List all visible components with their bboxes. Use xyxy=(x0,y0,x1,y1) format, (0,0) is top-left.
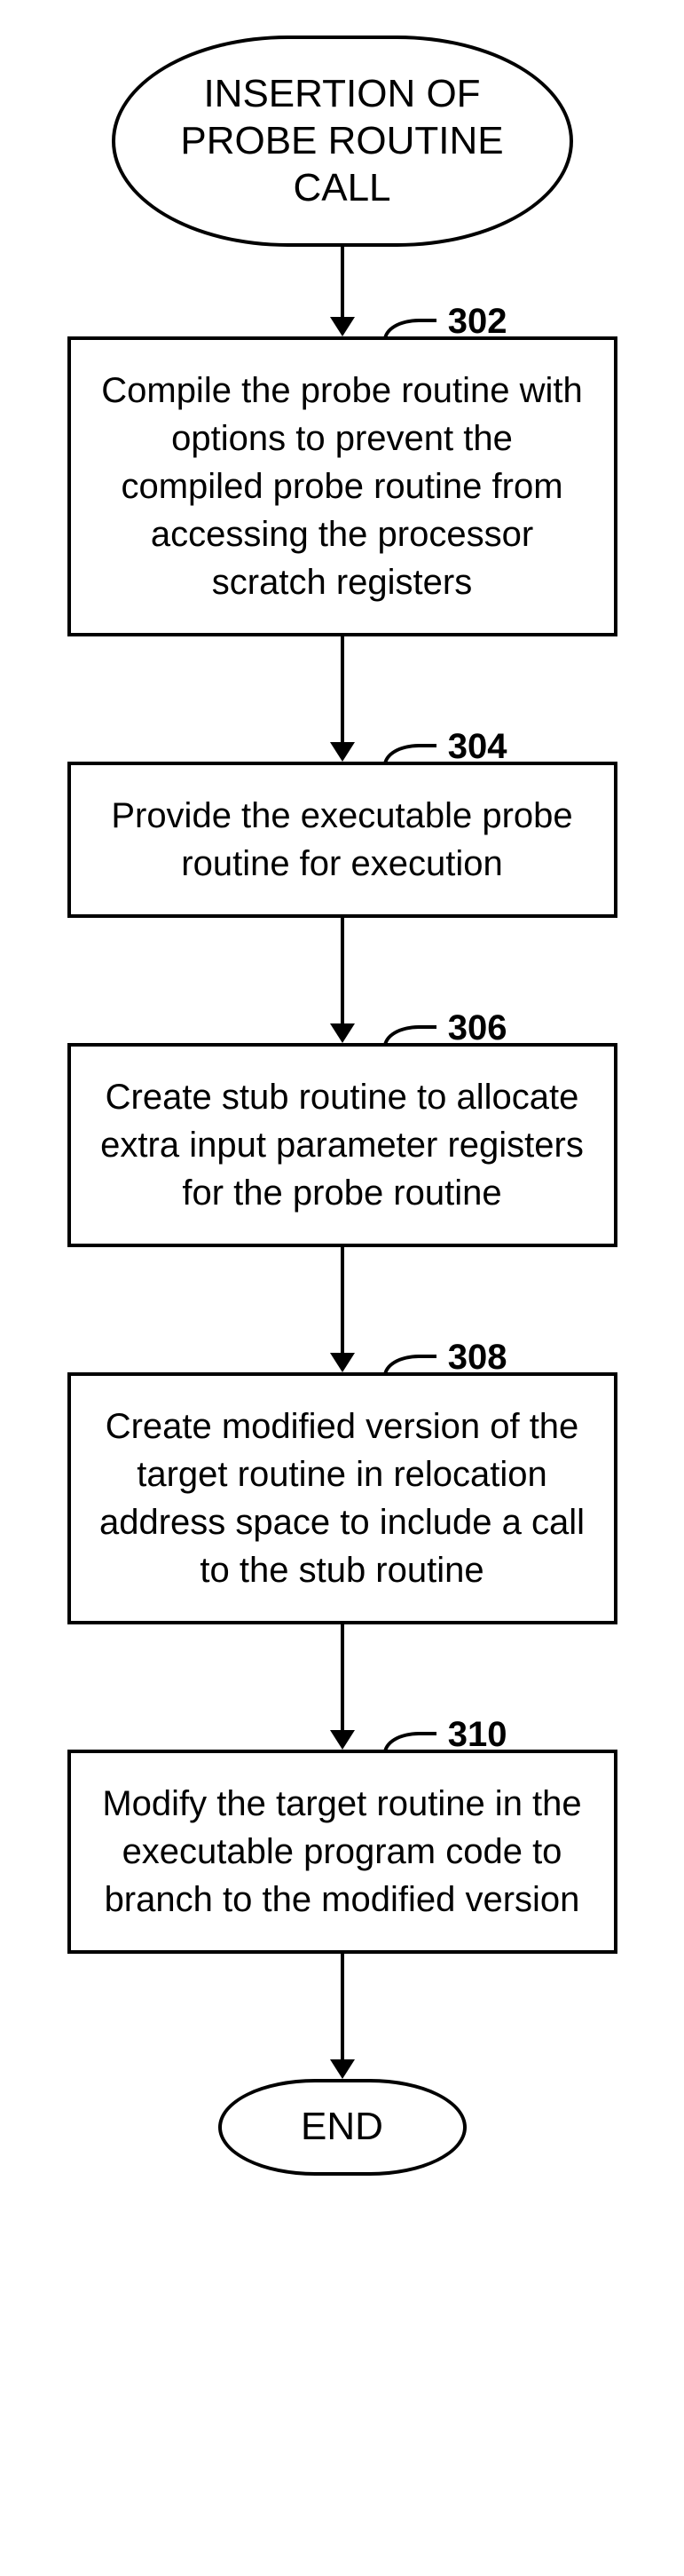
start-terminator: INSERTION OF PROBE ROUTINE CALL xyxy=(112,36,573,247)
step-306: 306 Create stub routine to allocate extr… xyxy=(67,1043,617,1247)
step-label: 304 xyxy=(448,723,507,770)
start-text: INSERTION OF PROBE ROUTINE CALL xyxy=(180,72,503,209)
step-310: 310 Modify the target routine in the exe… xyxy=(67,1750,617,1954)
step-text: Provide the executable probe routine for… xyxy=(111,796,572,883)
arrow xyxy=(330,636,355,762)
step-text: Modify the target routine in the executa… xyxy=(102,1784,581,1919)
step-308: 308 Create modified version of the targe… xyxy=(67,1372,617,1624)
step-label: 306 xyxy=(448,1004,507,1052)
arrow xyxy=(330,1247,355,1372)
step-label: 308 xyxy=(448,1333,507,1381)
step-302: 302 Compile the probe routine with optio… xyxy=(67,336,617,636)
arrow xyxy=(330,247,355,336)
step-label: 302 xyxy=(448,297,507,345)
step-text: Create stub routine to allocate extra in… xyxy=(100,1078,584,1213)
arrow xyxy=(330,1954,355,2079)
end-text: END xyxy=(301,2105,383,2148)
step-label: 310 xyxy=(448,1711,507,1758)
step-text: Create modified version of the target ro… xyxy=(99,1407,585,1590)
arrow xyxy=(330,918,355,1043)
step-304: 304 Provide the executable probe routine… xyxy=(67,762,617,918)
step-text: Compile the probe routine with options t… xyxy=(101,371,583,602)
end-terminator: END xyxy=(218,2079,467,2176)
arrow xyxy=(330,1624,355,1750)
